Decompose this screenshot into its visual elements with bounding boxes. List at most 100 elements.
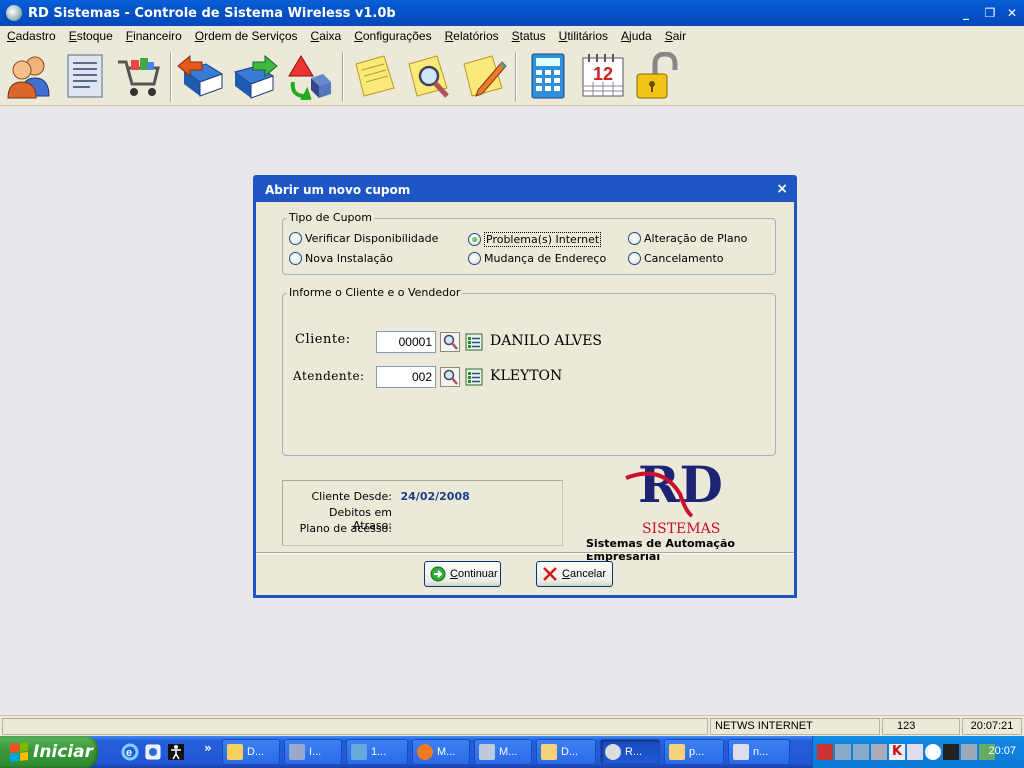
tray-download-icon[interactable]	[925, 744, 941, 760]
taskbar-item[interactable]: M...	[474, 739, 532, 765]
taskbar-item-label: I...	[309, 746, 322, 758]
menu-cadastro[interactable]: Cadastro	[5, 29, 58, 43]
media-icon[interactable]	[144, 743, 162, 761]
note-icon[interactable]	[350, 52, 398, 100]
radio-verificar-disponibilidade[interactable]: Verificar Disponibilidade	[289, 232, 438, 245]
restore-icon[interactable]: ❐	[982, 5, 998, 21]
window-titlebar: RD Sistemas - Controle de Sistema Wirele…	[0, 0, 1024, 26]
tray-display-icon[interactable]	[871, 744, 887, 760]
book-back-icon[interactable]	[176, 52, 224, 100]
taskbar-item[interactable]: I...	[284, 739, 342, 765]
menu-status[interactable]: Status	[510, 29, 548, 43]
cancelar-button[interactable]: Cancelar	[536, 561, 613, 587]
radio-cancelamento[interactable]: Cancelamento	[628, 252, 724, 265]
shapes-icon[interactable]	[285, 52, 333, 100]
tray-tool-icon[interactable]	[961, 744, 977, 760]
logo-brand: SISTEMAS	[642, 521, 720, 537]
padlock-icon[interactable]	[633, 52, 681, 100]
atendente-list-icon[interactable]	[464, 367, 484, 387]
start-label: Iniciar	[33, 742, 94, 762]
start-button[interactable]: Iniciar	[0, 736, 98, 768]
radio-button[interactable]	[468, 252, 481, 265]
taskbar-item[interactable]: M...	[412, 739, 470, 765]
menu-sair[interactable]: Sair	[663, 29, 688, 43]
minimize-icon[interactable]: _	[958, 5, 974, 21]
tray-app-icon[interactable]	[943, 744, 959, 760]
tray-user-icon[interactable]	[907, 744, 923, 760]
radio-button[interactable]	[628, 232, 641, 245]
document-list-icon[interactable]	[60, 52, 108, 100]
tray-network-icon[interactable]	[835, 744, 851, 760]
taskbar-item[interactable]: p...	[664, 739, 724, 765]
radio-label: Mudança de Endereço	[484, 252, 607, 265]
calculator-icon[interactable]	[524, 52, 572, 100]
menu-estoque[interactable]: Estoque	[67, 29, 115, 43]
users-icon[interactable]	[5, 52, 53, 100]
taskbar-item[interactable]: D...	[536, 739, 596, 765]
radio-label: Alteração de Plano	[644, 232, 748, 245]
menu-ordem-servicos[interactable]: Ordem de Serviços	[193, 29, 300, 43]
menu-caixa[interactable]: Caixa	[309, 29, 344, 43]
cliente-vendedor-group: Informe o Cliente e o Vendedor Cliente: …	[282, 286, 776, 456]
close-icon[interactable]: ✕	[1004, 5, 1020, 21]
plano-row: Plano de acesso:	[287, 522, 392, 535]
quicklaunch-expand-icon[interactable]: »	[204, 741, 212, 755]
status-bar: NETWS INTERNET 123 20:07:21	[0, 715, 1024, 736]
radio-button[interactable]	[628, 252, 641, 265]
shopping-cart-icon[interactable]	[114, 52, 162, 100]
taskbar: Iniciar e » D... I... 1... M... M... D..…	[0, 736, 1024, 768]
status-code: 123	[882, 718, 960, 735]
tray-clock: 20:07	[988, 745, 1016, 757]
taskbar-item[interactable]: D...	[222, 739, 280, 765]
radio-nova-instalacao[interactable]: Nova Instalação	[289, 252, 393, 265]
radio-label: Cancelamento	[644, 252, 724, 265]
firefox-icon	[417, 744, 433, 760]
menu-configuracoes[interactable]: Configurações	[352, 29, 433, 43]
plano-label: Plano de acesso:	[299, 522, 392, 535]
window-icon	[733, 744, 749, 760]
radio-alteracao-plano[interactable]: Alteração de Plano	[628, 232, 747, 245]
ie-icon[interactable]: e	[121, 743, 139, 761]
taskbar-item[interactable]: n...	[728, 739, 790, 765]
radio-mudanca-endereco[interactable]: Mudança de Endereço	[468, 252, 606, 265]
logo-letters: RD	[638, 455, 723, 514]
radio-button-selected[interactable]	[468, 233, 481, 246]
calendar-icon[interactable]: 12	[579, 52, 627, 100]
remote-desktop-icon	[351, 744, 367, 760]
menu-utilitarios[interactable]: Utilitários	[557, 29, 610, 43]
accessibility-icon[interactable]	[167, 743, 185, 761]
cliente-search-icon[interactable]	[440, 332, 460, 352]
window-title: RD Sistemas - Controle de Sistema Wirele…	[28, 5, 396, 21]
cliente-list-icon[interactable]	[464, 332, 484, 352]
dialog-close-icon[interactable]: ×	[776, 181, 788, 197]
taskbar-item-label: M...	[499, 746, 518, 758]
note-edit-icon[interactable]	[460, 52, 508, 100]
atendente-code-input[interactable]: 002	[376, 366, 436, 388]
menu-ajuda[interactable]: Ajuda	[619, 29, 654, 43]
tray-antivirus-icon[interactable]: K	[889, 744, 905, 760]
cliente-info-box: Cliente Desde: 24/02/2008 Debitos em Atr…	[282, 480, 563, 546]
menu-relatorios[interactable]: Relatórios	[443, 29, 501, 43]
cancelar-label: Cancelar	[562, 568, 607, 580]
taskbar-item-active[interactable]: R...	[600, 739, 660, 765]
cliente-code-input[interactable]: 00001	[376, 331, 436, 353]
menu-financeiro[interactable]: Financeiro	[124, 29, 184, 43]
atendente-name: KLEYTON	[490, 368, 563, 384]
continuar-button[interactable]: Continuar	[424, 561, 501, 587]
book-forward-icon[interactable]	[231, 52, 279, 100]
svg-text:e: e	[126, 747, 132, 759]
cliente-label: Cliente:	[295, 332, 351, 347]
cliente-desde-value: 24/02/2008	[400, 490, 470, 503]
tray-app-icon[interactable]	[817, 744, 833, 760]
radio-button[interactable]	[289, 232, 302, 245]
taskbar-item[interactable]: 1...	[346, 739, 408, 765]
toolbar-separator	[342, 52, 344, 102]
rd-sistemas-logo: RD SISTEMAS Sistemas de Automação Empres…	[582, 452, 792, 563]
radio-label: Verificar Disponibilidade	[305, 232, 439, 245]
atendente-search-icon[interactable]	[440, 367, 460, 387]
radio-problemas-internet[interactable]: Problema(s) Internet	[468, 232, 602, 247]
tray-network-icon[interactable]	[853, 744, 869, 760]
app-icon	[6, 5, 22, 21]
note-search-icon[interactable]	[405, 52, 453, 100]
radio-button[interactable]	[289, 252, 302, 265]
